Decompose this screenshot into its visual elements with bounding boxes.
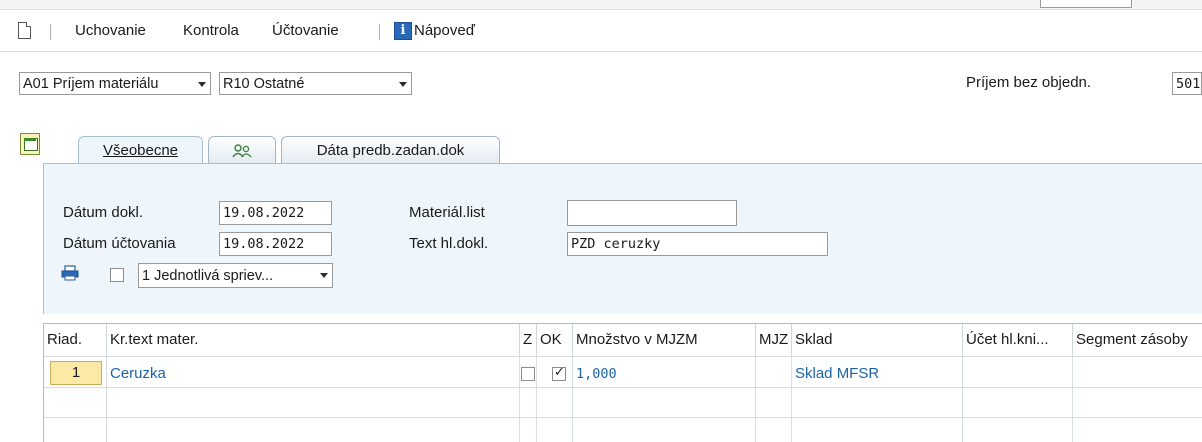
toolbar-uctovanie[interactable]: Účtovanie: [272, 22, 339, 39]
tab-vseobecne[interactable]: Všeobecne: [78, 136, 203, 165]
tab-vseobecne-label: Všeobecne: [102, 142, 179, 159]
col-header-uom[interactable]: MJZ: [756, 324, 792, 356]
col-divider: [962, 356, 963, 442]
header-text-input[interactable]: PZD ceruzky: [567, 232, 828, 256]
col-divider: [791, 356, 792, 442]
layout-toggle-icon[interactable]: [20, 133, 40, 155]
col-header-riad[interactable]: Riad.: [44, 324, 107, 356]
row-divider: [44, 417, 1202, 418]
header-text-label: Text hl.dokl.: [409, 235, 489, 252]
toolbar-uchovanie[interactable]: Uchovanie: [75, 22, 146, 39]
doc-date-label: Dátum dokl.: [63, 204, 144, 221]
col-header-material[interactable]: Kr.text mater.: [107, 324, 520, 356]
material-slip-label: Materiál.list: [409, 204, 485, 221]
new-document-icon[interactable]: [18, 22, 31, 39]
col-divider: [519, 356, 520, 442]
toolbar-kontrola[interactable]: Kontrola: [183, 22, 239, 39]
movement-type-input[interactable]: 501: [1172, 72, 1202, 95]
application-toolbar: Uchovanie Kontrola Účtovanie i Nápoveď: [0, 11, 1202, 51]
row-number-button[interactable]: 1: [50, 361, 102, 385]
post-date-label: Dátum účtovania: [63, 235, 176, 252]
toolbar-separator: [379, 24, 380, 40]
col-divider: [106, 356, 107, 442]
z-checkbox[interactable]: [521, 367, 535, 381]
post-date-input[interactable]: 19.08.2022: [219, 232, 332, 256]
print-option-dropdown[interactable]: 1 Jednotlivá spriev...: [138, 263, 333, 288]
quantity-cell[interactable]: 1,000: [576, 362, 617, 386]
toolbar-help[interactable]: Nápoveď: [414, 22, 475, 39]
material-slip-input[interactable]: [567, 200, 737, 226]
reference-dropdown[interactable]: R10 Ostatné: [219, 72, 412, 95]
material-text-cell[interactable]: Ceruzka: [110, 362, 166, 386]
top-input-box[interactable]: [1040, 0, 1132, 8]
col-divider: [1072, 356, 1073, 442]
col-header-gl-account[interactable]: Účet hl.kni...: [963, 324, 1073, 356]
row-divider: [44, 356, 1202, 357]
movement-label: Príjem bez objedn.: [966, 74, 1092, 91]
tab-partners[interactable]: [208, 136, 276, 164]
info-icon[interactable]: i: [394, 22, 412, 40]
print-option-value: 1 Jednotlivá spriev...: [142, 268, 274, 284]
print-checkbox[interactable]: [110, 268, 124, 282]
partners-icon: [232, 144, 252, 158]
storage-cell[interactable]: Sklad MFSR: [795, 362, 879, 386]
col-divider: [536, 356, 537, 442]
reference-dropdown-value: R10 Ostatné: [223, 76, 305, 92]
col-header-ok[interactable]: OK: [537, 324, 573, 356]
chevron-down-icon: [198, 82, 206, 87]
col-header-storage[interactable]: Sklad: [792, 324, 963, 356]
printer-icon[interactable]: [61, 265, 79, 281]
col-header-z[interactable]: Z: [520, 324, 537, 356]
transaction-dropdown[interactable]: A01 Príjem materiálu: [19, 72, 211, 95]
chevron-down-icon: [399, 82, 407, 87]
col-divider: [755, 356, 756, 442]
row-divider: [44, 387, 1202, 388]
tab-data-predb[interactable]: Dáta predb.zadan.dok: [281, 136, 500, 164]
toolbar-separator: [50, 24, 51, 40]
col-divider: [572, 356, 573, 442]
toolbar-divider: [0, 51, 1202, 52]
items-table: Riad. Kr.text mater. Z OK Množstvo v MJZ…: [43, 323, 1202, 442]
top-strip: [0, 0, 1202, 10]
col-header-segment[interactable]: Segment zásoby: [1073, 324, 1202, 356]
chevron-down-icon: [320, 273, 328, 278]
tab-data-predb-label: Dáta predb.zadan.dok: [316, 142, 465, 159]
col-header-quantity[interactable]: Množstvo v MJZM: [573, 324, 756, 356]
transaction-dropdown-value: A01 Príjem materiálu: [23, 76, 159, 92]
doc-date-input[interactable]: 19.08.2022: [219, 201, 332, 225]
ok-checkbox[interactable]: [552, 365, 566, 381]
